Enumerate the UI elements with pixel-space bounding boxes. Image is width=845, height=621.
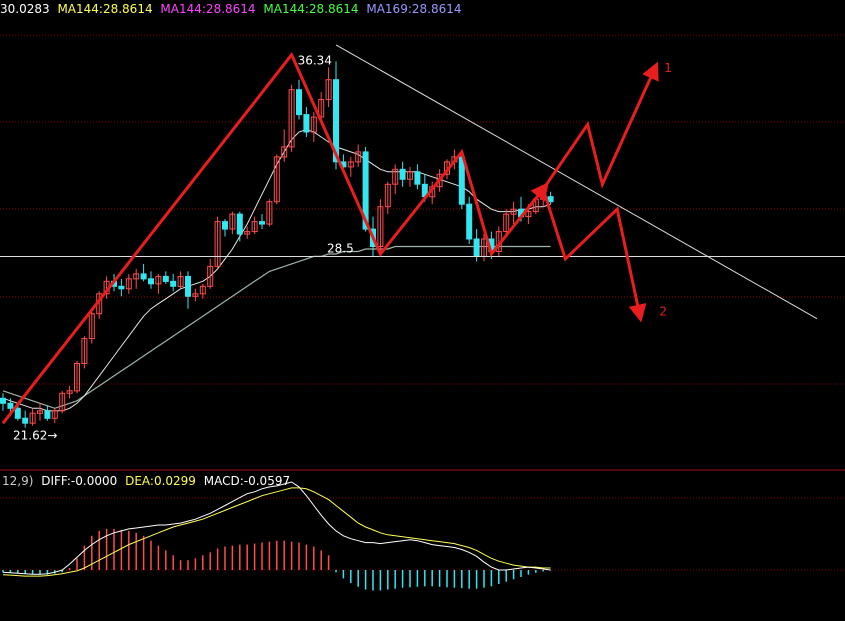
candle-body	[466, 203, 473, 240]
candle-body	[140, 273, 147, 280]
candle-body	[458, 156, 465, 205]
candle-body	[414, 171, 421, 185]
macd-value: MACD:-0.0597	[203, 474, 291, 488]
macd-params: 12,9)	[2, 474, 34, 488]
candle-body	[236, 213, 243, 235]
scenario-2-arrow	[541, 188, 647, 323]
candle-body	[399, 168, 406, 180]
scenario-1-label: 1	[664, 61, 672, 75]
high-price-label: 36.34	[298, 53, 332, 67]
candle-body	[185, 275, 191, 297]
macd-legend: 12,9) DIFF:-0.0000 DEA:0.0299 MACD:-0.05…	[2, 473, 294, 489]
macd-dea-value: DEA:0.0299	[125, 474, 196, 488]
candlestick-chart: 36.34 21.62→ 28.5 1 2	[0, 34, 845, 591]
candle-body	[22, 417, 29, 424]
candle-body	[303, 114, 310, 133]
candle-body	[118, 285, 125, 290]
candle-body	[170, 280, 177, 287]
candle-body	[547, 196, 554, 203]
candle-body	[162, 275, 169, 282]
candle-body	[44, 410, 51, 419]
candle-body	[473, 238, 480, 257]
scenario-1-arrow	[541, 61, 659, 191]
candle-body	[148, 278, 154, 285]
candle-body	[7, 402, 14, 409]
candle-body	[14, 407, 21, 419]
macd-diff-value: DIFF:-0.0000	[41, 474, 118, 488]
candle-body	[222, 221, 228, 230]
candle-body	[259, 221, 265, 225]
low-price-label: 21.62→	[13, 429, 57, 443]
candle-body	[0, 397, 6, 404]
resistance-trendline	[335, 44, 818, 320]
candle-body	[296, 89, 302, 116]
support-price-label: 28.5	[327, 241, 354, 255]
scenario-2-label: 2	[659, 305, 667, 319]
